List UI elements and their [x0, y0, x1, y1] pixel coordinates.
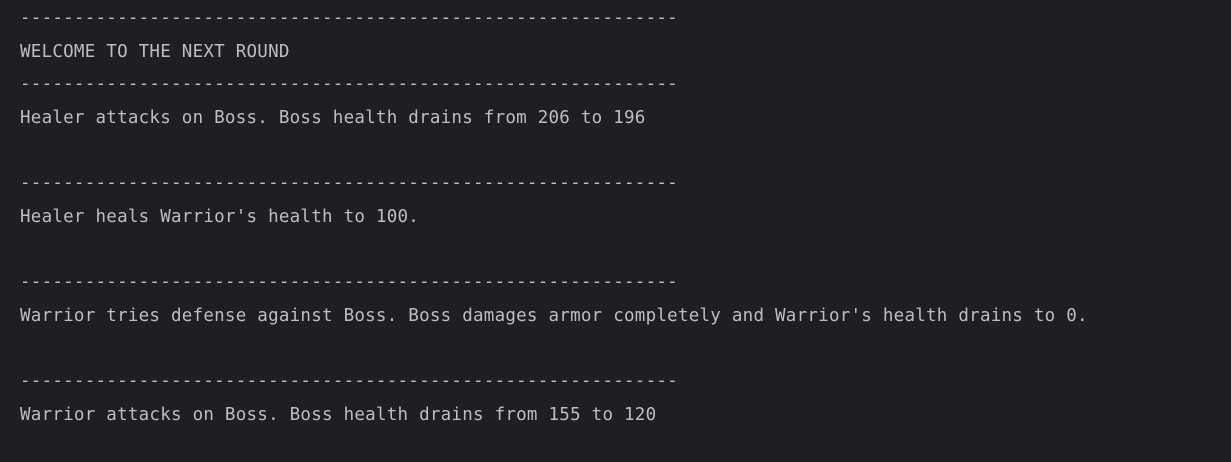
separator-line: ----------------------------------------…	[20, 371, 678, 391]
separator-line: ----------------------------------------…	[20, 8, 678, 28]
log-line: Healer attacks on Boss. Boss health drai…	[20, 108, 646, 128]
log-line: Warrior attacks on Boss. Boss health dra…	[20, 405, 657, 425]
separator-line: ----------------------------------------…	[20, 173, 678, 193]
console-output[interactable]: ----------------------------------------…	[0, 0, 1231, 462]
separator-line: ----------------------------------------…	[20, 74, 678, 94]
log-line: Warrior tries defense against Boss. Boss…	[20, 306, 1088, 326]
log-line: Healer heals Warrior's health to 100.	[20, 207, 420, 227]
round-heading: WELCOME TO THE NEXT ROUND	[20, 42, 290, 62]
separator-line: ----------------------------------------…	[20, 272, 678, 292]
